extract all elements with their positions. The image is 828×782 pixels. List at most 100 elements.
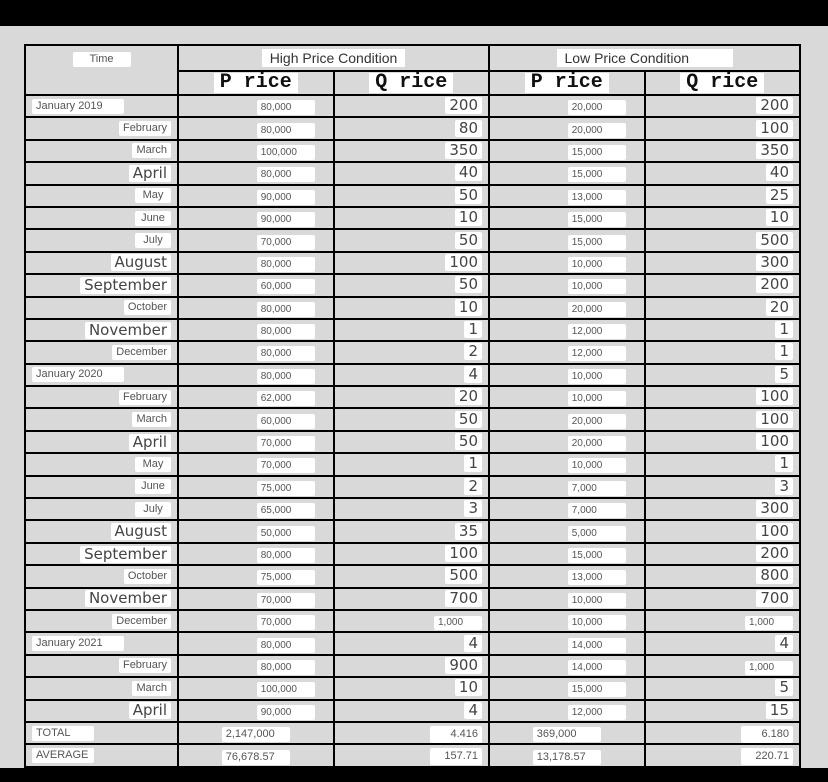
low-quantity-cell: 100: [643, 429, 801, 455]
total-low-quantity: 6.180: [741, 725, 793, 743]
low-quantity-value: 100: [756, 411, 793, 428]
low-price-value: 14,000: [567, 637, 626, 653]
low-price-cell: 13,000: [488, 564, 646, 589]
table-row: November 80,000 1 12,000 1: [24, 317, 801, 343]
table-row: January 2019 80,000 200 20,000 200: [24, 93, 801, 119]
high-price-cell: 80,000: [177, 93, 335, 119]
time-cell: June: [24, 474, 179, 500]
low-quantity-value: 100: [756, 433, 793, 451]
high-price-value: 80,000: [256, 256, 315, 272]
low-quantity-cell: 1: [643, 452, 801, 477]
high-price-value: 80,000: [256, 637, 315, 653]
low-quantity-value: 300: [756, 254, 793, 271]
low-quantity-value: 40: [765, 164, 793, 182]
low-quantity-cell: 20: [643, 295, 801, 320]
high-price-cell: 80,000: [177, 116, 335, 141]
table-row: February 80,000 80 20,000 100: [24, 116, 801, 141]
high-quantity-cell: 50: [332, 429, 490, 455]
average-high-price-cell: 76,678.57: [177, 743, 335, 768]
high-quantity-cell: 10: [332, 295, 490, 320]
high-quantity-value: 2: [464, 478, 482, 495]
high-quantity-value: 1: [464, 321, 482, 339]
high-price-value: 70,000: [256, 592, 315, 608]
total-high-price-cell: 2,147,000: [177, 720, 335, 746]
time-header: Time: [72, 52, 131, 67]
low-quantity-cell: 100: [643, 519, 801, 544]
low-quantity-value: 1: [775, 321, 793, 339]
high-quantity-cell: 4: [332, 362, 490, 388]
table-row: November 70,000 700 10,000 700: [24, 586, 801, 612]
high-quantity-cell: 10: [332, 205, 490, 231]
low-quantity-cell: 1: [643, 317, 801, 343]
low-quantity-value: 200: [756, 545, 793, 562]
time-label: April: [128, 433, 171, 451]
low-quantity-value: 20: [765, 299, 793, 316]
high-quantity-cell: 700: [332, 586, 490, 612]
low-price-cell: 5,000: [488, 519, 646, 544]
time-cell: April: [24, 698, 179, 723]
high-price-value: 80,000: [256, 548, 315, 563]
low-quantity-cell: 700: [643, 586, 801, 612]
low-price-value: 20,000: [567, 413, 626, 429]
low-price-value: 10,000: [567, 592, 626, 608]
low-quantity-value: 1: [775, 455, 793, 473]
total-low-price-cell: 369,000: [488, 720, 646, 746]
high-price-cell: 90,000: [177, 698, 335, 723]
high-quantity-cell: 20: [332, 385, 490, 410]
time-cell: August: [24, 519, 179, 544]
high-price-cell: 75,000: [177, 474, 335, 500]
time-cell: June: [24, 205, 179, 231]
time-label: January 2020: [32, 367, 124, 383]
high-quantity-cell: 350: [332, 138, 490, 164]
high-quantity-value: 200: [445, 97, 482, 115]
high-price-value: 62,000: [256, 391, 315, 407]
low-price-value: 13,000: [567, 189, 626, 205]
high-price-value: 60,000: [256, 413, 315, 429]
time-header-cell: Time: [24, 44, 179, 96]
time-label: February: [118, 389, 171, 405]
low-quantity-cell: 3: [643, 474, 801, 500]
table-body: January 2019 80,000 200 20,000 200 February 80…: [24, 93, 801, 723]
total-high-quantity: 4.416: [430, 725, 482, 743]
table-row: October 75,000 500 13,000 800: [24, 564, 801, 589]
high-quantity-value: 10: [454, 209, 482, 227]
high-quantity-cell: 50: [332, 228, 490, 253]
average-low-quantity-cell: 220.71: [643, 743, 801, 768]
low-quantity-cell: 40: [643, 161, 801, 186]
low-quantity-value: 500: [756, 231, 793, 249]
average-low-quantity: 220.71: [741, 748, 793, 765]
low-price-cell: 20,000: [488, 93, 646, 119]
time-label: May: [135, 456, 171, 472]
low-price-cell: 15,000: [488, 676, 646, 701]
high-quantity-cell: 500: [332, 564, 490, 589]
low-price-value: 15,000: [567, 548, 626, 563]
high-price-cell: 80,000: [177, 317, 335, 343]
low-quantity-cell: 15: [643, 698, 801, 723]
high-quantity-cell: 1: [332, 452, 490, 477]
high-price-value: 80,000: [256, 122, 315, 138]
total-label: TOTAL: [32, 725, 94, 741]
high-price-value: 70,000: [256, 615, 315, 631]
low-price-value: 14,000: [567, 659, 626, 675]
high-price-cell: 100,000: [177, 676, 335, 701]
high-quantity-value: 35: [454, 522, 482, 540]
low-quantity-value: 15: [765, 702, 793, 719]
time-cell: November: [24, 317, 179, 343]
low-q-header-cell: Q rice: [643, 70, 801, 96]
time-label: May: [135, 188, 171, 204]
time-label: April: [128, 164, 171, 182]
table-row: October 80,000 10 20,000 20: [24, 295, 801, 320]
low-quantity-cell: 300: [643, 250, 801, 276]
high-price-cell: 70,000: [177, 429, 335, 455]
time-cell: April: [24, 161, 179, 186]
high-quantity-cell: 2: [332, 474, 490, 500]
table-row: December 70,000 1,000 10,000 1,000: [24, 608, 801, 634]
table-row: June 90,000 10 15,000 10: [24, 205, 801, 231]
low-price-value: 10,000: [567, 458, 626, 474]
high-price-value: 80,000: [256, 324, 315, 340]
table-row: April 80,000 40 15,000 40: [24, 161, 801, 186]
table-row: June 75,000 2 7,000 3: [24, 474, 801, 500]
time-label: January 2019: [32, 98, 124, 114]
high-price-cell: 62,000: [177, 385, 335, 410]
table-row: May 70,000 1 10,000 1: [24, 452, 801, 477]
